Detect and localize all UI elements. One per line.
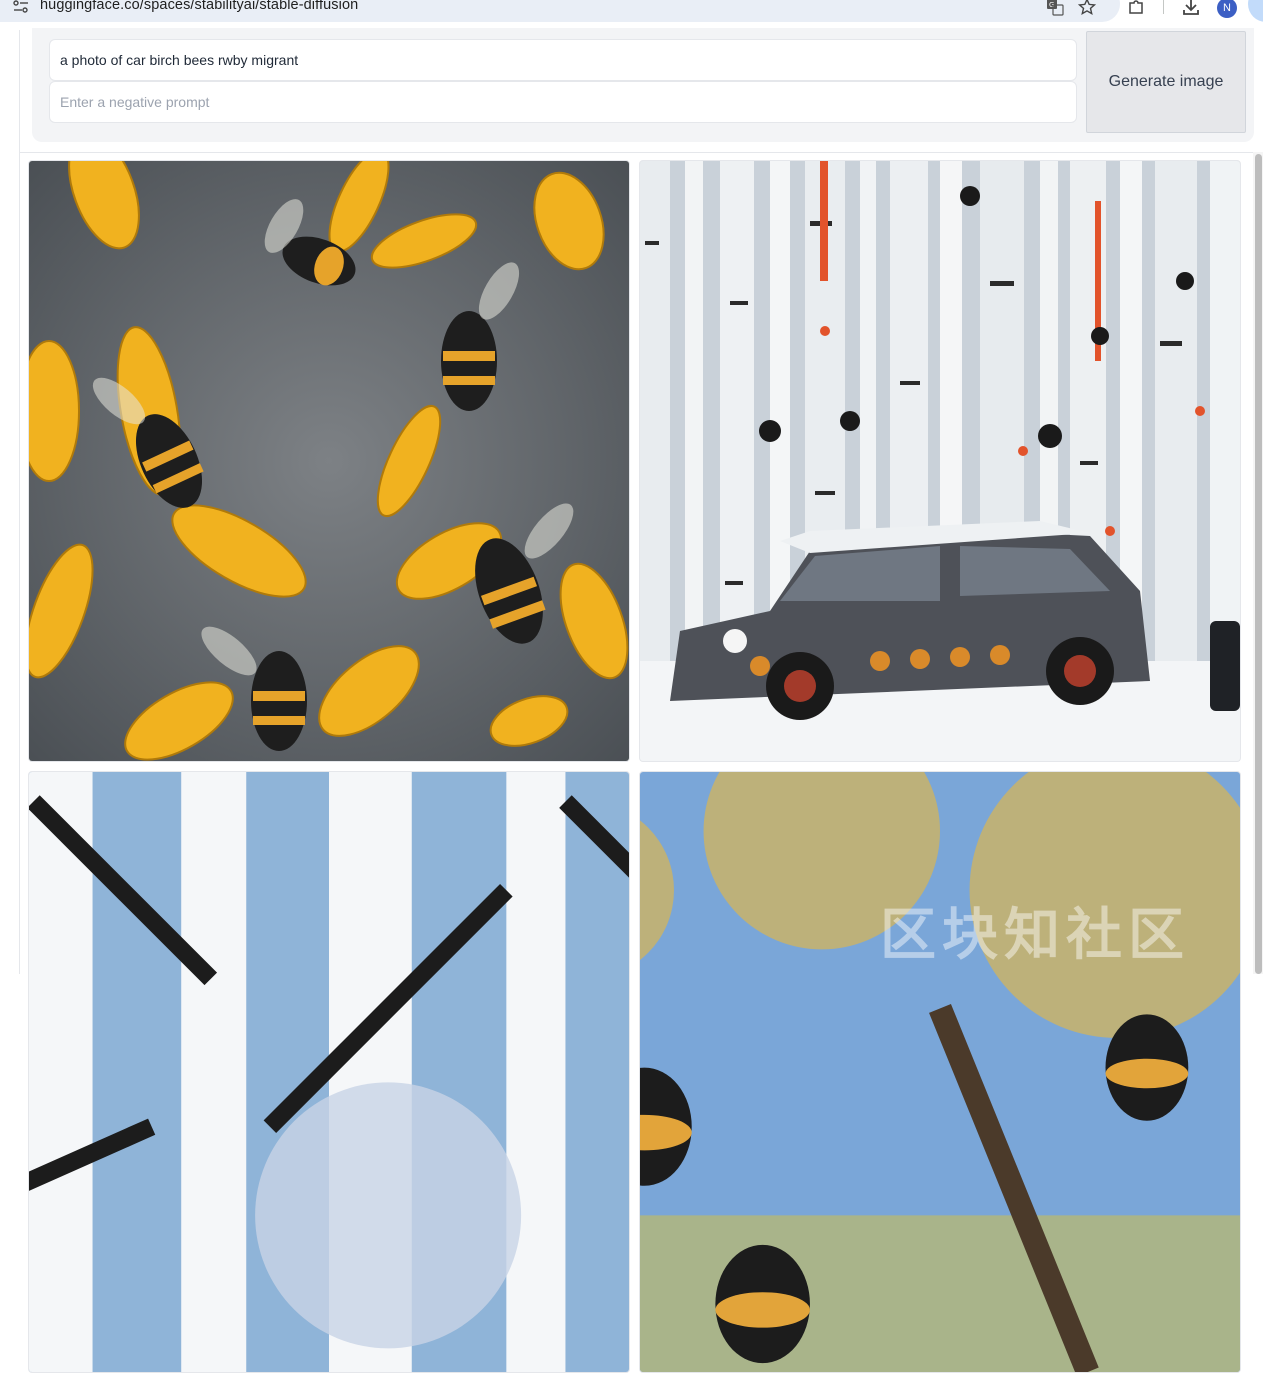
gallery-image-2[interactable] [639,160,1241,762]
generate-image-button[interactable]: Generate image [1086,31,1246,133]
browser-toolbar: huggingface.co/spaces/stabilityai/stable… [0,0,1263,30]
gallery-image-3[interactable] [28,771,630,1373]
extensions-icon[interactable] [1127,0,1147,16]
download-icon[interactable] [1181,0,1201,17]
gallery-scrollbar[interactable] [1253,152,1263,974]
gallery-divider [20,152,1253,153]
prompt-input[interactable] [49,39,1077,81]
gallery-image-1[interactable] [28,160,630,762]
negative-prompt-input[interactable] [49,81,1077,123]
bookmark-star-icon[interactable] [1078,0,1096,16]
gallery-image-4[interactable] [639,771,1241,1373]
scrollbar-thumb[interactable] [1255,154,1262,974]
translate-icon[interactable]: G [1046,0,1064,16]
profile-avatar[interactable]: N [1217,0,1237,18]
url-text[interactable]: huggingface.co/spaces/stabilityai/stable… [40,0,358,13]
address-bar[interactable]: huggingface.co/spaces/stabilityai/stable… [0,0,1120,22]
browser-menu-button[interactable] [1248,0,1263,22]
toolbar-divider [1163,0,1164,14]
watermark-text: 区块知社区 [880,903,1190,966]
site-info-icon[interactable] [12,0,30,14]
